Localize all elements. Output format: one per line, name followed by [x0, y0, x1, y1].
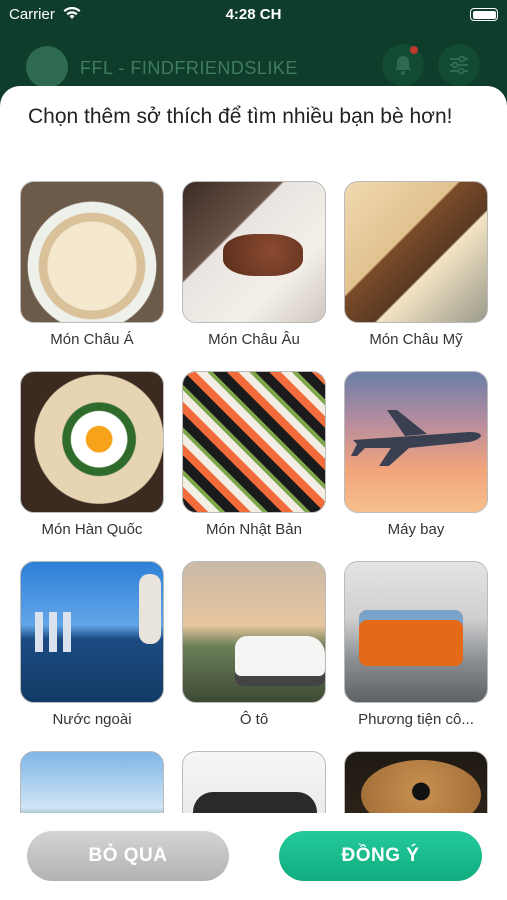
- motorcycle-image: [182, 751, 326, 813]
- interest-label: Món Nhật Bản: [206, 521, 302, 538]
- interest-tile-airplane[interactable]: Máy bay: [344, 371, 488, 538]
- airplane-image: [344, 371, 488, 513]
- app-title: FFL - FINDFRIENDSLIKE: [80, 58, 298, 78]
- interest-tile-landscape[interactable]: [20, 751, 164, 813]
- interest-label: Máy bay: [387, 521, 445, 538]
- interest-tile-korean-food[interactable]: Món Hàn Quốc: [20, 371, 164, 538]
- bell-icon: [395, 56, 411, 75]
- car-image: [182, 561, 326, 703]
- skip-button[interactable]: BỎ QUA: [27, 831, 229, 881]
- clock: 4:28 CH: [225, 6, 282, 23]
- interest-label: Món Hàn Quốc: [41, 521, 143, 538]
- interest-grid: Món Châu Á Món Châu Âu Món Châu Mỹ Món H…: [0, 181, 507, 813]
- interest-tile-motorbike[interactable]: [182, 751, 326, 813]
- pho-bowl-image: [20, 181, 164, 323]
- notification-badge: [410, 46, 418, 54]
- landscape-image: [20, 751, 164, 813]
- interest-tile-car[interactable]: Ô tô: [182, 561, 326, 728]
- steak-plate-image: [182, 181, 326, 323]
- battery-icon: [470, 8, 498, 21]
- agree-button[interactable]: ĐỒNG Ý: [279, 831, 482, 881]
- interest-tile-public-transport[interactable]: Phương tiện cô...: [344, 561, 488, 728]
- sliders-icon: [450, 55, 468, 75]
- sushi-image: [182, 371, 326, 513]
- burrito-image: [344, 181, 488, 323]
- interest-tile-asian-food[interactable]: Món Châu Á: [20, 181, 164, 348]
- interest-tile-american-food[interactable]: Món Châu Mỹ: [344, 181, 488, 348]
- singapore-image: [20, 561, 164, 703]
- interest-label: Phương tiện cô...: [358, 711, 474, 728]
- sheet-title: Chọn thêm sở thích để tìm nhiều bạn bè h…: [28, 105, 453, 128]
- guitar-image: [344, 751, 488, 813]
- interest-tile-japanese-food[interactable]: Món Nhật Bản: [182, 371, 326, 538]
- interest-label: Nước ngoài: [52, 711, 132, 728]
- bus-image: [344, 561, 488, 703]
- interest-label: Món Châu Mỹ: [369, 331, 463, 348]
- interest-label: Món Châu Á: [50, 331, 134, 348]
- status-bar: Carrier 4:28 CH: [0, 0, 507, 28]
- interest-tile-european-food[interactable]: Món Châu Âu: [182, 181, 326, 348]
- interest-label: Ô tô: [239, 711, 269, 728]
- filter-button[interactable]: [438, 44, 480, 86]
- bibimbap-image: [20, 371, 164, 513]
- action-footer: BỎ QUA ĐỒNG Ý: [0, 813, 507, 900]
- app-logo: [26, 46, 68, 88]
- interest-tile-abroad[interactable]: Nước ngoài: [20, 561, 164, 728]
- interest-tile-music[interactable]: [344, 751, 488, 813]
- interest-label: Món Châu Âu: [208, 331, 300, 348]
- interest-sheet: Chọn thêm sở thích để tìm nhiều bạn bè h…: [0, 86, 507, 900]
